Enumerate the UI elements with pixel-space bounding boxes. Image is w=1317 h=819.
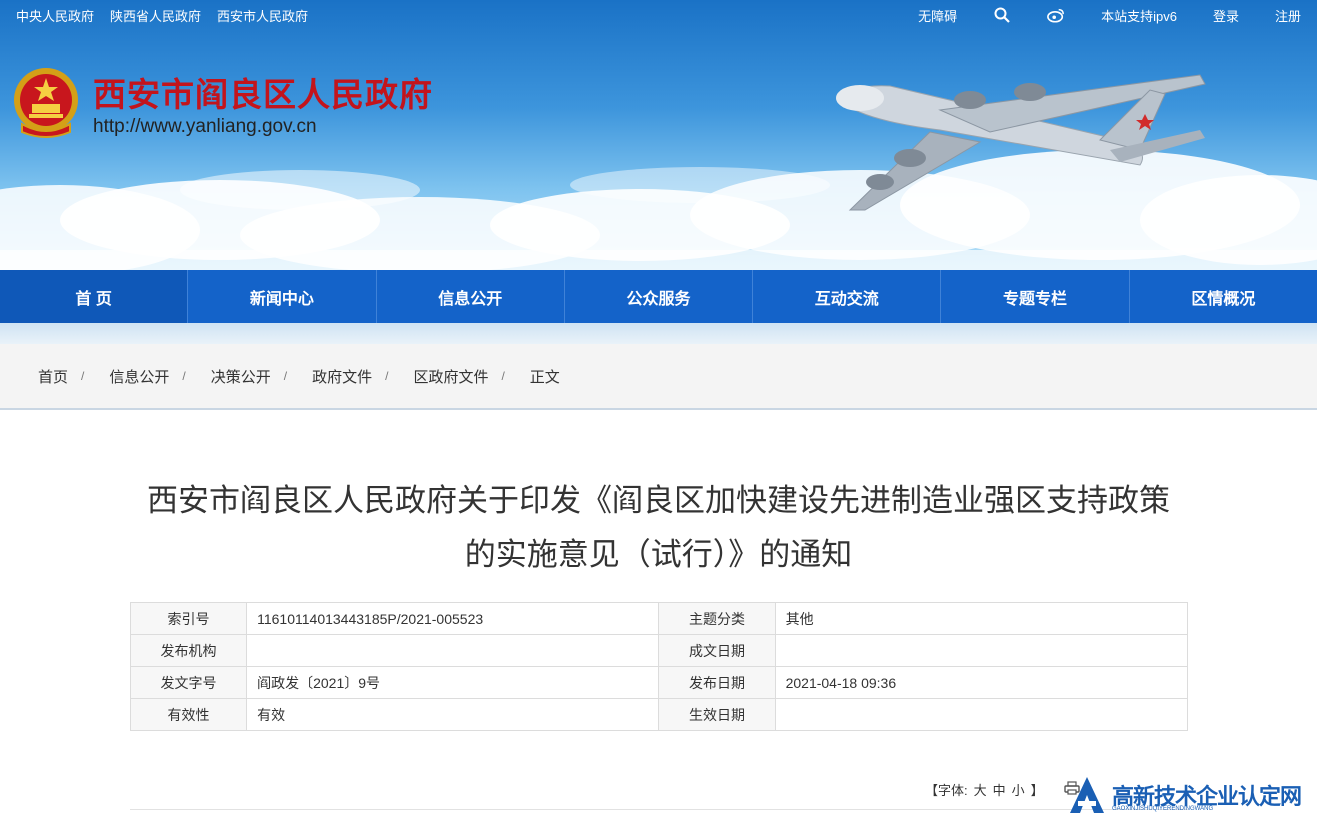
breadcrumb-separator: / bbox=[182, 369, 186, 383]
link-xian-government[interactable]: 西安市人民政府 bbox=[217, 6, 308, 25]
link-central-government[interactable]: 中央人民政府 bbox=[16, 6, 94, 25]
font-size-tools: 【字体: 大 中 小 】 bbox=[925, 780, 1080, 799]
register-link[interactable]: 注册 bbox=[1275, 6, 1301, 25]
created-date-value bbox=[774, 634, 1189, 667]
nav-item-public-service[interactable]: 公众服务 bbox=[565, 270, 754, 323]
validity-label: 有效性 bbox=[129, 698, 248, 731]
breadcrumb-government-documents[interactable]: 政府文件 bbox=[312, 366, 372, 387]
effective-date-value bbox=[774, 698, 1189, 731]
nav-shadow-strip bbox=[0, 323, 1317, 344]
breadcrumb-home[interactable]: 首页 bbox=[38, 366, 68, 387]
national-emblem-icon bbox=[14, 68, 78, 138]
topic-category-label: 主题分类 bbox=[658, 602, 776, 635]
issuer-label: 发布机构 bbox=[129, 634, 248, 667]
breadcrumb-district-documents[interactable]: 区政府文件 bbox=[413, 366, 488, 387]
nav-item-district-overview[interactable]: 区情概况 bbox=[1130, 270, 1317, 323]
watermark-subtext: GAOXINJISHUQIYERENDINGWANG bbox=[1112, 806, 1214, 812]
document-metadata-table: 索引号 11610114013443185P/2021-005523 主题分类 … bbox=[129, 602, 1189, 731]
issuer-value bbox=[246, 634, 660, 667]
nav-item-news[interactable]: 新闻中心 bbox=[188, 270, 377, 323]
article-title-line-2: 的实施意见（试行）》的通知 bbox=[464, 537, 853, 573]
top-link-bar: 中央人民政府 陕西省人民政府 西安市人民政府 无障碍 本站支持ipv6 登录 注… bbox=[0, 0, 1317, 30]
nav-item-interaction[interactable]: 互动交流 bbox=[753, 270, 942, 323]
topic-category-value: 其他 bbox=[774, 602, 1189, 635]
header-banner: 西安市阎良区人民政府 http://www.yanliang.gov.cn bbox=[0, 0, 1317, 270]
watermark-logo-icon bbox=[1070, 776, 1104, 813]
content-divider bbox=[130, 809, 1188, 810]
breadcrumb: 首页 / 信息公开 / 决策公开 / 政府文件 / 区政府文件 / 正文 bbox=[18, 344, 1299, 408]
index-number-label: 索引号 bbox=[129, 602, 248, 635]
breadcrumb-separator: / bbox=[81, 369, 85, 383]
aircraft-illustration bbox=[836, 74, 1206, 211]
accessibility-link[interactable]: 无障碍 bbox=[918, 6, 957, 25]
publish-date-value: 2021-04-18 09:36 bbox=[774, 666, 1189, 699]
site-url: http://www.yanliang.gov.cn bbox=[93, 116, 317, 137]
weibo-icon[interactable] bbox=[1047, 6, 1065, 24]
table-row: 发文字号 阎政发〔2021〕9号 发布日期 2021-04-18 09:36 bbox=[129, 666, 1189, 699]
publish-date-label: 发布日期 bbox=[658, 666, 776, 699]
breadcrumb-separator: / bbox=[283, 369, 288, 383]
font-size-suffix: 】 bbox=[1030, 783, 1044, 798]
document-number-value: 阎政发〔2021〕9号 bbox=[246, 666, 660, 699]
breadcrumb-info-disclosure[interactable]: 信息公开 bbox=[109, 366, 169, 387]
site-title[interactable]: 西安市阎良区人民政府 bbox=[93, 68, 433, 116]
nav-item-info-disclosure[interactable]: 信息公开 bbox=[377, 270, 565, 323]
font-size-prefix: 【字体: bbox=[925, 783, 968, 798]
link-shaanxi-government[interactable]: 陕西省人民政府 bbox=[110, 6, 201, 25]
breadcrumb-decision-disclosure[interactable]: 决策公开 bbox=[211, 366, 271, 387]
external-links: 中央人民政府 陕西省人民政府 西安市人民政府 bbox=[16, 6, 308, 25]
login-link[interactable]: 登录 bbox=[1213, 6, 1239, 25]
font-large-button[interactable]: 大 bbox=[974, 780, 987, 799]
nav-item-home[interactable]: 首 页 bbox=[0, 270, 189, 323]
created-date-label: 成文日期 bbox=[658, 634, 776, 667]
document-number-label: 发文字号 bbox=[129, 666, 248, 699]
effective-date-label: 生效日期 bbox=[658, 698, 776, 731]
breadcrumb-separator: / bbox=[501, 369, 505, 383]
breadcrumb-bar: 首页 / 信息公开 / 决策公开 / 政府文件 / 区政府文件 / 正文 bbox=[0, 344, 1317, 410]
user-links: 无障碍 本站支持ipv6 登录 注册 bbox=[918, 6, 1301, 25]
article-title-line-1: 西安市阎良区人民政府关于印发《阎良区加快建设先进制造业强区支持政策 bbox=[147, 483, 1170, 519]
table-row: 有效性 有效 生效日期 bbox=[129, 698, 1189, 731]
breadcrumb-separator: / bbox=[385, 369, 389, 383]
validity-value: 有效 bbox=[246, 698, 660, 731]
breadcrumb-current: 正文 bbox=[529, 368, 560, 386]
main-navigation: 首 页 新闻中心 信息公开 公众服务 互动交流 专题专栏 区情概况 bbox=[0, 270, 1317, 323]
table-row: 索引号 11610114013443185P/2021-005523 主题分类 … bbox=[129, 602, 1189, 635]
ipv6-notice: 本站支持ipv6 bbox=[1101, 8, 1177, 24]
font-small-button[interactable]: 小 bbox=[1012, 780, 1025, 799]
font-medium-button[interactable]: 中 bbox=[993, 780, 1006, 799]
table-row: 发布机构 成文日期 bbox=[129, 634, 1189, 667]
index-number-value: 11610114013443185P/2021-005523 bbox=[246, 602, 660, 635]
article-title: 西安市阎良区人民政府关于印发《阎良区加快建设先进制造业强区支持政策 的实施意见（… bbox=[120, 474, 1197, 582]
search-icon[interactable] bbox=[993, 6, 1011, 24]
nav-item-special-topics[interactable]: 专题专栏 bbox=[941, 270, 1130, 323]
